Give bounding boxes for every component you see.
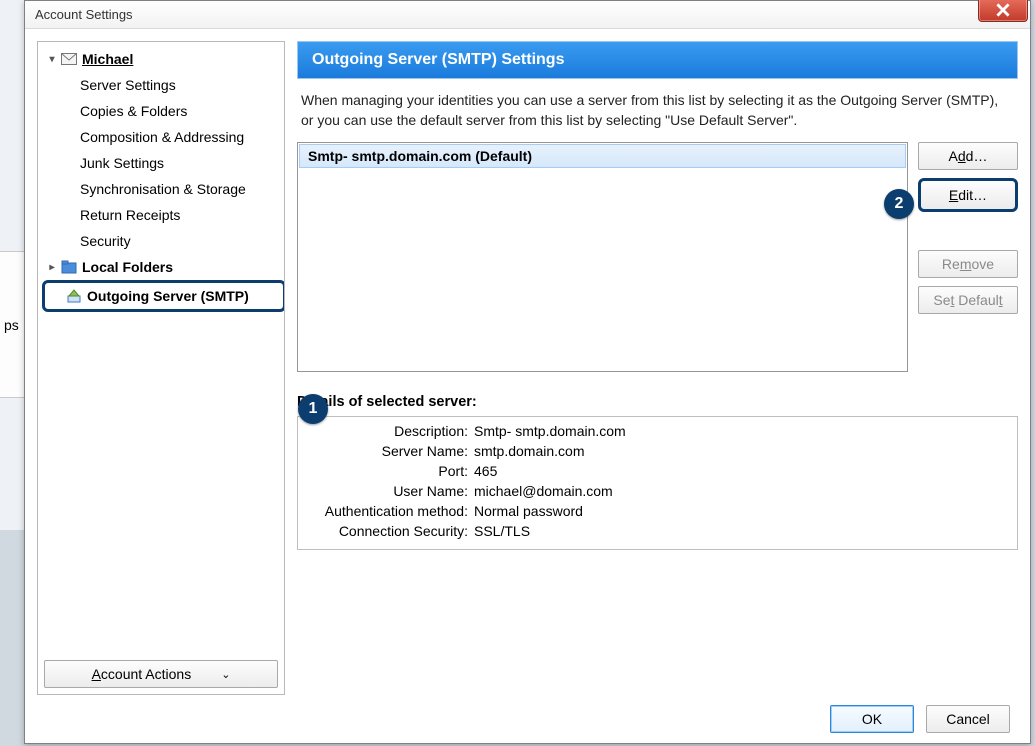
label-description: Description: [308,423,468,439]
chevron-down-icon: ⌄ [221,668,230,681]
chevron-down-icon: ▾ [46,54,58,65]
value-server-name: smtp.domain.com [474,443,1007,459]
label-user-name: User Name: [308,483,468,499]
outgoing-server-icon [65,288,83,304]
label-conn-sec: Connection Security: [308,523,468,539]
dialog-footer: OK Cancel [25,695,1030,743]
tree-account-michael[interactable]: ▾ Michael [38,46,284,72]
tree-item-composition-addressing[interactable]: Composition & Addressing [38,124,284,150]
details-box: Description: Smtp- smtp.domain.com Serve… [297,416,1018,550]
tree-item-junk-settings[interactable]: Junk Settings [38,150,284,176]
value-port: 465 [474,463,1007,479]
cancel-button[interactable]: Cancel [926,705,1010,733]
server-action-buttons: Add… Edit… Remove Set Default 2 [918,142,1018,372]
label-auth-method: Authentication method: [308,503,468,519]
main-panel: Outgoing Server (SMTP) Settings When man… [297,41,1018,695]
value-auth-method: Normal password [474,503,1007,519]
edit-button[interactable]: Edit… [918,178,1018,212]
tree-item-server-settings[interactable]: Server Settings [38,72,284,98]
panel-description: When managing your identities you can us… [297,79,1018,142]
titlebar: Account Settings [25,1,1030,29]
account-tree: ▾ Michael Server Settings Copies & Folde… [38,42,284,654]
label-server-name: Server Name: [308,443,468,459]
add-button[interactable]: Add… [918,142,1018,170]
tree-local-folders[interactable]: ▸ Local Folders [38,254,284,280]
account-actions-label: Account Actions [92,666,192,682]
close-icon [996,3,1010,17]
close-button[interactable] [978,0,1028,22]
tree-local-folders-label: Local Folders [82,259,173,275]
mail-account-icon [60,51,78,67]
tree-outgoing-label: Outgoing Server (SMTP) [87,288,249,304]
smtp-server-list[interactable]: Smtp- smtp.domain.com (Default) [297,142,908,372]
value-user-name: michael@domain.com [474,483,1007,499]
value-description: Smtp- smtp.domain.com [474,423,1007,439]
sidebar: ▾ Michael Server Settings Copies & Folde… [37,41,285,695]
ok-button[interactable]: OK [830,705,914,733]
label-port: Port: [308,463,468,479]
local-folders-icon [60,259,78,275]
tree-item-copies-folders[interactable]: Copies & Folders [38,98,284,124]
chevron-right-icon: ▸ [46,262,58,273]
details-title: Details of selected server: [297,394,1018,410]
smtp-server-item[interactable]: Smtp- smtp.domain.com (Default) [299,144,906,168]
window-title: Account Settings [35,7,133,22]
tree-outgoing-server[interactable]: Outgoing Server (SMTP) [42,280,284,312]
callout-2: 2 [884,189,914,219]
panel-header: Outgoing Server (SMTP) Settings [297,41,1018,79]
remove-button[interactable]: Remove [918,250,1018,278]
tree-item-security[interactable]: Security [38,228,284,254]
account-actions-button[interactable]: Account Actions ⌄ [44,660,278,688]
tree-item-return-receipts[interactable]: Return Receipts [38,202,284,228]
account-settings-dialog: Account Settings ▾ Michael Server Settin… [24,0,1031,744]
tree-item-sync-storage[interactable]: Synchronisation & Storage [38,176,284,202]
value-conn-sec: SSL/TLS [474,523,1007,539]
tree-account-label: Michael [82,51,133,67]
set-default-button[interactable]: Set Default [918,286,1018,314]
callout-1: 1 [298,394,328,424]
